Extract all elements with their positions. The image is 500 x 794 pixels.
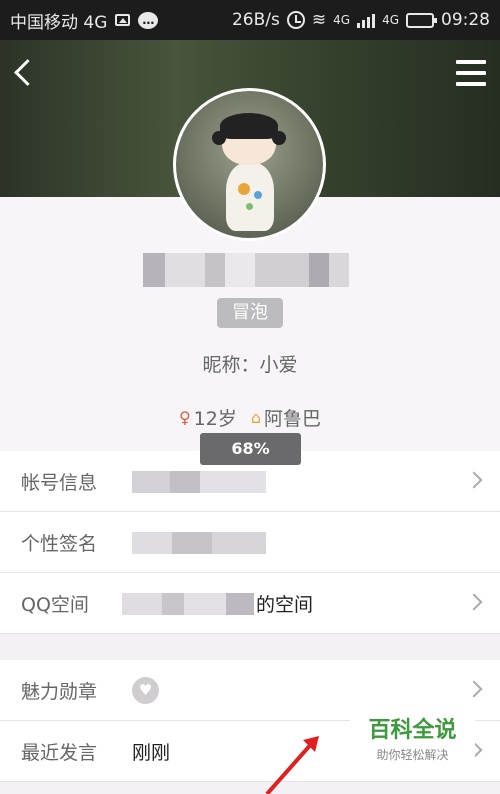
chevron-right-icon <box>465 680 483 698</box>
menu-button[interactable] <box>456 60 486 86</box>
back-button[interactable] <box>8 54 38 92</box>
annotation-arrow-icon <box>265 736 319 794</box>
location-item: ⌂ 阿鲁巴 <box>251 404 321 431</box>
battery-icon <box>406 12 437 28</box>
age-item: ♀ 12岁 <box>179 404 237 431</box>
location-label: 阿鲁巴 <box>264 408 322 430</box>
network-type-label: 4G <box>333 13 351 27</box>
wifi-icon: ≋ <box>311 10 327 30</box>
chevron-right-icon <box>465 593 483 611</box>
row-label: 最近发言 <box>21 741 98 764</box>
heart-medal-icon: ♥ <box>132 677 159 704</box>
age-label: 12岁 <box>193 408 237 430</box>
status-tag: 冒泡 <box>217 298 283 328</box>
home-icon: ⌂ <box>250 408 262 427</box>
profile-info-list: 帐号信息 个性签名 QQ空间 的空间 <box>0 451 500 634</box>
list-item-signature[interactable]: 个性签名 <box>0 512 500 573</box>
carrier-label: 中国移动 4G <box>10 12 108 33</box>
signal-icon <box>357 12 376 28</box>
network-speed: 26B/s <box>231 10 280 30</box>
profile-meta: ♀ 12岁 ⌂ 阿鲁巴 <box>0 404 500 431</box>
status-bar: 中国移动 4G … 26B/s ≋ 4G 4G 09:28 <box>0 0 500 40</box>
list-item-qzone[interactable]: QQ空间 的空间 <box>0 573 500 634</box>
nickname: 昵称：小爱 <box>202 354 298 376</box>
watermark-title: 百科全说 <box>368 718 457 743</box>
clock: 09:28 <box>441 10 490 30</box>
username-redacted <box>143 253 349 287</box>
watermark-subtitle: 助你轻松解决 <box>376 748 449 762</box>
watermark: 百科全说 助你轻松解决 <box>350 712 475 772</box>
female-icon: ♀ <box>178 408 191 427</box>
chat-notification-icon: … <box>138 11 159 29</box>
alarm-icon <box>286 11 305 29</box>
avatar[interactable] <box>173 88 326 241</box>
row-label: 帐号信息 <box>21 471 98 494</box>
image-notification-icon <box>115 14 131 26</box>
row-label: QQ空间 <box>21 593 89 616</box>
row-label: 魅力勋章 <box>21 680 98 703</box>
recent-post-value: 刚刚 <box>132 741 171 764</box>
chevron-right-icon <box>465 471 483 489</box>
progress-tooltip: 68% <box>200 433 301 465</box>
qzone-suffix: 的空间 <box>256 593 314 616</box>
row-label: 个性签名 <box>21 532 98 555</box>
hamburger-menu-icon <box>456 60 486 64</box>
network-type-label-2: 4G <box>382 13 399 27</box>
